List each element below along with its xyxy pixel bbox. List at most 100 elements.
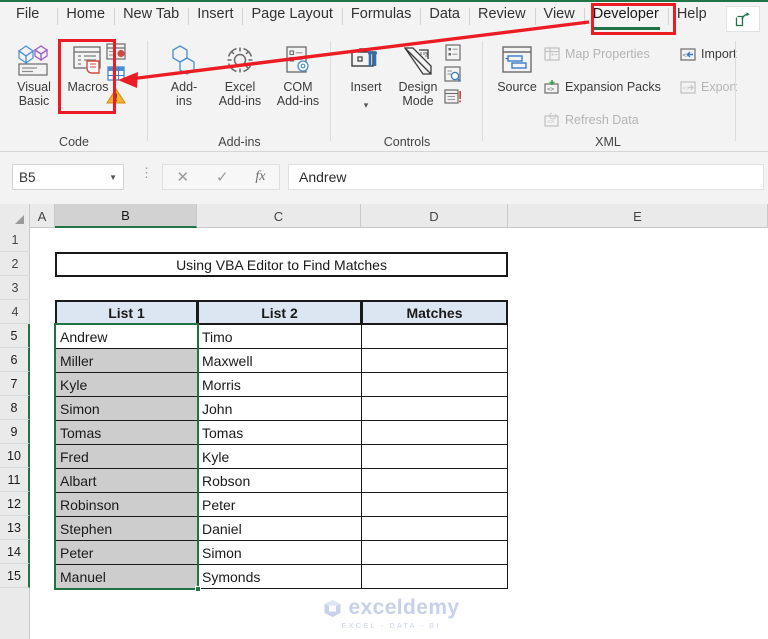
- cell-C6[interactable]: Maxwell: [197, 348, 362, 373]
- column-header-a[interactable]: A: [30, 204, 55, 228]
- add-ins-button[interactable]: Add- ins: [158, 39, 210, 108]
- refresh-data-button: <> Refresh Data: [543, 110, 639, 130]
- cell-B4-header[interactable]: List 1: [55, 300, 198, 325]
- row-header-8[interactable]: 8: [0, 396, 30, 420]
- row-header-10[interactable]: 10: [0, 444, 30, 468]
- cell-B14[interactable]: Peter: [55, 540, 198, 565]
- row-header-7[interactable]: 7: [0, 372, 30, 396]
- cell-D6[interactable]: [361, 348, 508, 373]
- tab-data[interactable]: Data: [420, 2, 469, 33]
- column-header-c[interactable]: C: [197, 204, 361, 228]
- row-header-6[interactable]: 6: [0, 348, 30, 372]
- row-header-5[interactable]: 5: [0, 324, 30, 348]
- chevron-down-icon[interactable]: ▼: [109, 173, 117, 182]
- column-header-b[interactable]: B: [55, 204, 197, 228]
- cell-D15[interactable]: [361, 564, 508, 589]
- tab-home[interactable]: Home: [57, 2, 114, 33]
- cell-B2-title[interactable]: Using VBA Editor to Find Matches: [55, 252, 508, 277]
- cell-C10[interactable]: Kyle: [197, 444, 362, 469]
- visual-basic-label-line1: Visual: [17, 80, 51, 94]
- row-header-3[interactable]: 3: [0, 276, 30, 300]
- cell-B15[interactable]: Manuel: [55, 564, 198, 589]
- tab-view[interactable]: View: [534, 2, 584, 33]
- insert-function-icon[interactable]: fx: [255, 169, 265, 185]
- cell-C11[interactable]: Robson: [197, 468, 362, 493]
- cell-C9[interactable]: Tomas: [197, 420, 362, 445]
- formula-input[interactable]: Andrew: [288, 164, 764, 190]
- cell-D10[interactable]: [361, 444, 508, 469]
- tab-page-layout[interactable]: Page Layout: [242, 2, 341, 33]
- cell-C8[interactable]: John: [197, 396, 362, 421]
- cell-B12[interactable]: Robinson: [55, 492, 198, 517]
- select-all-corner[interactable]: [0, 204, 30, 228]
- cell-D5[interactable]: [361, 324, 508, 349]
- cell-D4-header[interactable]: Matches: [361, 300, 508, 325]
- chevron-down-icon[interactable]: ▾: [364, 100, 369, 110]
- formula-bar-area: B5 ▼ ⋮ ✕ ✓ fx Andrew: [0, 152, 768, 204]
- row-header-1[interactable]: 1: [0, 228, 30, 252]
- cell-C12[interactable]: Peter: [197, 492, 362, 517]
- source-button[interactable]: Source: [491, 39, 543, 95]
- cell-C15[interactable]: Symonds: [197, 564, 362, 589]
- fill-handle[interactable]: [195, 586, 201, 592]
- row-header-9[interactable]: 9: [0, 420, 30, 444]
- cell-B9[interactable]: Tomas: [55, 420, 198, 445]
- tab-help[interactable]: Help: [667, 2, 716, 33]
- import-button[interactable]: <> Import: [679, 44, 736, 64]
- row-header-2[interactable]: 2: [0, 252, 30, 276]
- cell-B10[interactable]: Fred: [55, 444, 198, 469]
- cell-C7[interactable]: Morris: [197, 372, 362, 397]
- row-header-12[interactable]: 12: [0, 492, 30, 516]
- add-ins-label-line2: ins: [176, 93, 192, 108]
- row-header-15[interactable]: 15: [0, 564, 30, 588]
- cell-B5[interactable]: Andrew: [55, 324, 198, 349]
- watermark-brand: exceldemy: [348, 596, 460, 619]
- confirm-check-icon[interactable]: ✓: [216, 168, 229, 186]
- expansion-packs-button[interactable]: <> Expansion Packs: [543, 77, 661, 97]
- formula-bar-menu-dots[interactable]: ⋮: [140, 166, 153, 179]
- cell-D9[interactable]: [361, 420, 508, 445]
- tab-developer[interactable]: Developer: [583, 2, 668, 33]
- cell-B8[interactable]: Simon: [55, 396, 198, 421]
- tab-formulas[interactable]: Formulas: [341, 2, 420, 33]
- cell-B6[interactable]: Miller: [55, 348, 198, 373]
- row-header-13[interactable]: 13: [0, 516, 30, 540]
- cell-D12[interactable]: [361, 492, 508, 517]
- column-header-d[interactable]: D: [361, 204, 508, 228]
- cell-B13[interactable]: Stephen: [55, 516, 198, 541]
- cell-C5[interactable]: Timo: [197, 324, 362, 349]
- cell-D8[interactable]: [361, 396, 508, 421]
- name-box[interactable]: B5 ▼: [12, 164, 124, 190]
- record-macro-button[interactable]: [104, 41, 128, 63]
- row-header-11[interactable]: 11: [0, 468, 30, 492]
- design-mode-button[interactable]: Design Mode: [392, 39, 444, 108]
- properties-button[interactable]: [441, 41, 465, 63]
- tab-new-tab[interactable]: New Tab: [114, 2, 188, 33]
- view-code-button[interactable]: [441, 63, 465, 85]
- cell-C4-header[interactable]: List 2: [197, 300, 362, 325]
- cell-D14[interactable]: [361, 540, 508, 565]
- tab-review[interactable]: Review: [469, 2, 535, 33]
- cell-D13[interactable]: [361, 516, 508, 541]
- share-button[interactable]: [726, 6, 760, 32]
- insert-control-button[interactable]: Insert ▾: [340, 39, 392, 113]
- com-add-ins-button[interactable]: COM Add-ins: [272, 39, 324, 108]
- cell-D7[interactable]: [361, 372, 508, 397]
- column-header-e[interactable]: E: [508, 204, 768, 228]
- cell-D11[interactable]: [361, 468, 508, 493]
- cell-B7[interactable]: Kyle: [55, 372, 198, 397]
- excel-add-ins-button[interactable]: Excel Add-ins: [214, 39, 266, 108]
- insert-control-label: Insert: [350, 80, 382, 94]
- macro-security-button[interactable]: [104, 85, 128, 107]
- cell-C13[interactable]: Daniel: [197, 516, 362, 541]
- row-header-4[interactable]: 4: [0, 300, 30, 324]
- use-relative-references-button[interactable]: [104, 63, 128, 85]
- cell-B11[interactable]: Albart: [55, 468, 198, 493]
- row-header-14[interactable]: 14: [0, 540, 30, 564]
- cancel-icon[interactable]: ✕: [176, 168, 189, 186]
- cell-C14[interactable]: Simon: [197, 540, 362, 565]
- tab-insert[interactable]: Insert: [188, 2, 242, 33]
- run-dialog-button[interactable]: [441, 85, 465, 107]
- tab-file[interactable]: File: [0, 2, 57, 33]
- visual-basic-button[interactable]: Visual Basic: [8, 39, 60, 108]
